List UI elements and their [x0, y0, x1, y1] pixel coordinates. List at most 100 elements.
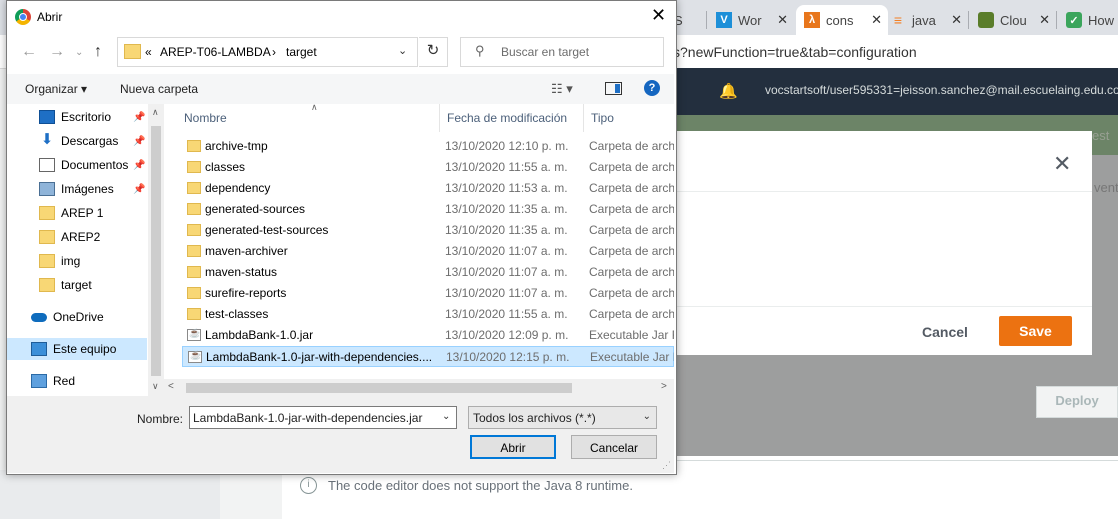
- browser-tab[interactable]: ≡ java ✕: [890, 5, 968, 35]
- help-icon[interactable]: ?: [644, 80, 660, 96]
- column-header-name[interactable]: Nombre: [177, 104, 440, 132]
- tab-title: Clou: [1000, 12, 1027, 28]
- nav-item-target[interactable]: target: [7, 274, 147, 296]
- open-button[interactable]: Abrir: [470, 435, 556, 459]
- nav-item-network[interactable]: Red: [7, 370, 147, 392]
- pin-icon: 📌: [133, 111, 146, 123]
- deploy-button[interactable]: Deploy: [1036, 386, 1118, 418]
- nav-item-label: Este equipo: [53, 342, 117, 356]
- forward-arrow-icon[interactable]: →: [49, 43, 65, 61]
- file-row[interactable]: dependency 13/10/2020 11:53 a. m. Carpet…: [182, 178, 674, 199]
- nav-pane-scrollbar[interactable]: ∧ ∨: [148, 104, 164, 396]
- close-icon[interactable]: ✕: [1053, 151, 1071, 177]
- nav-item-label: Descargas: [61, 134, 119, 148]
- nav-item-downloads[interactable]: ⬇ Descargas 📌: [7, 130, 147, 152]
- file-type-select[interactable]: Todos los archivos (*.*) ⌄: [468, 406, 657, 429]
- up-arrow-icon[interactable]: ↑: [94, 43, 102, 61]
- file-row[interactable]: classes 13/10/2020 11:55 a. m. Carpeta d…: [182, 157, 674, 178]
- file-name: LambdaBank-1.0-jar-with-dependencies....: [206, 350, 433, 364]
- url-text[interactable]: s?newFunction=true&tab=configuration: [673, 44, 917, 60]
- nav-item-pictures[interactable]: Imágenes 📌: [7, 178, 147, 200]
- close-icon[interactable]: ✕: [651, 5, 666, 26]
- onedrive-icon: [31, 312, 47, 322]
- search-input[interactable]: ⚲ Buscar en target: [460, 37, 664, 67]
- file-type: Carpeta de archivos: [589, 307, 674, 321]
- file-row[interactable]: maven-status 13/10/2020 11:07 a. m. Carp…: [182, 262, 674, 283]
- folder-icon: [187, 182, 201, 194]
- file-row[interactable]: LambdaBank-1.0.jar 13/10/2020 12:09 p. m…: [182, 325, 674, 346]
- scrollbar-thumb[interactable]: [151, 126, 161, 376]
- file-type: Carpeta de archivos: [589, 202, 674, 216]
- resize-grip-icon[interactable]: ⋰: [662, 460, 671, 471]
- column-header-type[interactable]: Tipo: [584, 104, 674, 132]
- file-row[interactable]: archive-tmp 13/10/2020 12:10 p. m. Carpe…: [182, 136, 674, 157]
- file-list-scrollbar[interactable]: < >: [164, 379, 674, 396]
- close-tab-icon[interactable]: ✕: [771, 12, 794, 28]
- cancel-button[interactable]: Cancel: [909, 317, 981, 347]
- download-icon: ⬇: [40, 131, 54, 148]
- breadcrumb-current[interactable]: target: [286, 45, 317, 59]
- recent-locations-icon[interactable]: ⌄: [75, 47, 83, 58]
- nav-item-documents[interactable]: Documentos 📌: [7, 154, 147, 176]
- save-button[interactable]: Save: [999, 316, 1072, 346]
- file-name-field[interactable]: LambdaBank-1.0-jar-with-dependencies.jar: [189, 406, 457, 429]
- file-type: Carpeta de archivos: [589, 223, 674, 237]
- scrollbar-thumb[interactable]: [186, 383, 572, 393]
- file-row[interactable]: surefire-reports 13/10/2020 11:07 a. m. …: [182, 283, 674, 304]
- nav-item-label: Red: [53, 374, 76, 388]
- nav-item-onedrive[interactable]: OneDrive: [7, 306, 147, 328]
- file-date: 13/10/2020 11:35 a. m.: [445, 202, 568, 216]
- nav-item-desktop[interactable]: Escritorio 📌: [7, 106, 147, 128]
- chevron-down-icon[interactable]: ⌄: [398, 44, 407, 57]
- file-name-label: Nombre:: [137, 412, 184, 426]
- browser-tab[interactable]: S: [674, 5, 706, 35]
- refresh-icon[interactable]: ↻: [419, 37, 448, 67]
- breadcrumb-parent[interactable]: AREP-T06-LAMBDA: [160, 45, 271, 59]
- nav-item-arep1[interactable]: AREP 1: [7, 202, 147, 224]
- close-tab-icon[interactable]: ✕: [865, 12, 888, 28]
- file-type: Carpeta de archivos: [589, 160, 674, 174]
- file-row[interactable]: generated-sources 13/10/2020 11:35 a. m.…: [182, 199, 674, 220]
- file-row[interactable]: test-classes 13/10/2020 11:55 a. m. Carp…: [182, 304, 674, 325]
- close-tab-icon[interactable]: ✕: [945, 12, 968, 28]
- bell-icon[interactable]: 🔔: [719, 82, 738, 100]
- file-row[interactable]: maven-archiver 13/10/2020 11:07 a. m. Ca…: [182, 241, 674, 262]
- network-icon: [31, 374, 47, 388]
- close-tab-icon[interactable]: ✕: [1033, 12, 1056, 28]
- breadcrumb-separator: ›: [272, 45, 276, 59]
- folder-icon: [187, 203, 201, 215]
- chevron-left-icon[interactable]: <: [168, 381, 174, 392]
- chevron-up-icon[interactable]: ∧: [152, 107, 159, 118]
- file-name: LambdaBank-1.0.jar: [205, 328, 314, 342]
- browser-tab[interactable]: Clou ✕: [978, 5, 1056, 35]
- browser-tab[interactable]: V Wor ✕: [716, 5, 794, 35]
- file-row-selected[interactable]: LambdaBank-1.0-jar-with-dependencies....…: [182, 346, 674, 367]
- browser-tab[interactable]: ✓ How: [1066, 5, 1118, 35]
- file-name: test-classes: [205, 307, 269, 321]
- back-arrow-icon[interactable]: ←: [21, 43, 37, 61]
- nav-item-img[interactable]: img: [7, 250, 147, 272]
- nav-item-label: Imágenes: [61, 182, 114, 196]
- breadcrumb-overflow[interactable]: «: [145, 45, 152, 59]
- tab-separator: [968, 11, 969, 29]
- new-folder-button[interactable]: Nueva carpeta: [120, 82, 198, 96]
- view-options-icon[interactable]: ☷ ▾: [551, 81, 573, 97]
- browser-tab-active[interactable]: λ cons ✕: [796, 5, 888, 35]
- organize-menu[interactable]: Organizar ▾: [25, 82, 87, 96]
- file-type: Executable Jar File: [590, 350, 674, 364]
- nav-item-this-pc[interactable]: Este equipo: [7, 338, 147, 360]
- nav-item-arep2[interactable]: AREP2: [7, 226, 147, 248]
- account-label[interactable]: vocstartsoft/user595331=jeisson.sanchez@…: [765, 83, 1118, 97]
- column-header-date[interactable]: Fecha de modificación: [440, 104, 584, 132]
- jar-file-icon: [187, 328, 201, 341]
- chevron-right-icon[interactable]: >: [661, 381, 667, 392]
- cancel-button[interactable]: Cancelar: [571, 435, 657, 459]
- folder-icon: [187, 266, 201, 278]
- chevron-down-icon[interactable]: ∨: [152, 381, 159, 392]
- chevron-down-icon[interactable]: ⌄: [442, 411, 450, 422]
- file-row[interactable]: generated-test-sources 13/10/2020 11:35 …: [182, 220, 674, 241]
- folder-icon: [187, 287, 201, 299]
- preview-pane-icon[interactable]: [605, 82, 622, 95]
- cloud-icon: [978, 12, 994, 28]
- address-breadcrumb[interactable]: « AREP-T06-LAMBDA › target ⌄: [117, 37, 418, 67]
